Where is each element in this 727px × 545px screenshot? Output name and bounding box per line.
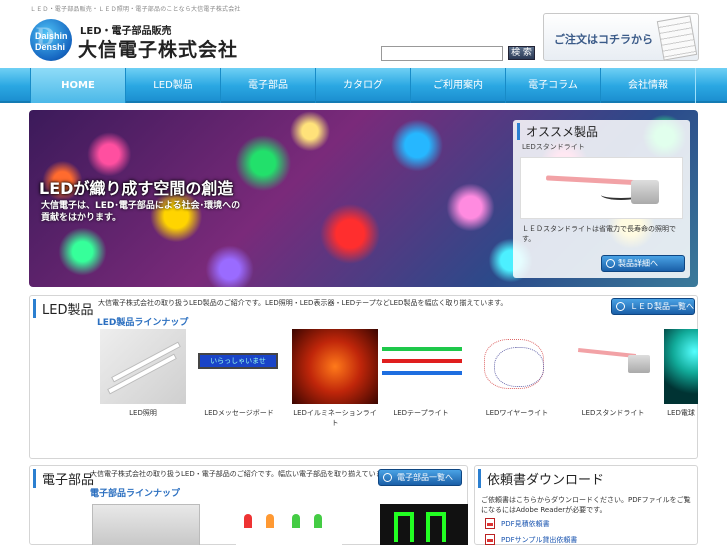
part-image-leds[interactable] (236, 504, 342, 545)
logo-company-name: 大信電子株式会社 (78, 39, 239, 61)
product-image-led-light[interactable] (100, 329, 186, 404)
logo-mark-icon: D Daishin Denshi (30, 19, 72, 61)
hero-title: LEDが織り成す空間の創造 (39, 179, 234, 198)
logo-mark-line2: Denshi (35, 42, 66, 52)
product-image-stand-light[interactable] (570, 329, 656, 404)
search-button[interactable]: 検 索 (508, 46, 535, 60)
product-label-message-board[interactable]: LEDメッセージボード (194, 408, 284, 418)
main-nav: HOME LED製品 電子部品 カタログ ご利用案内 電子コラム 会社情報 (0, 68, 727, 103)
parts-section-description: 大信電子株式会社の取り扱うLED・電子部品のご紹介です。幅広い電子部品を取り揃え… (90, 470, 396, 478)
product-label-led-bulb[interactable]: LED電球 (664, 408, 698, 418)
nav-item-led-products[interactable]: LED製品 (125, 68, 221, 103)
parts-section-title: 電子部品 (33, 469, 94, 488)
parts-list-button[interactable]: 電子部品一覧へ (378, 469, 462, 486)
product-detail-label: 製品詳細へ (618, 259, 658, 268)
product-image-message-board[interactable]: いらっしゃいませ (196, 329, 282, 404)
pdf-icon (485, 534, 495, 545)
nav-item-electronic-parts[interactable]: 電子部品 (220, 68, 316, 103)
download-section: 依頼書ダウンロード ご依頼書はこちらからダウンロードください。PDFファイルをご… (474, 465, 698, 545)
nav-item-company[interactable]: 会社情報 (600, 68, 696, 103)
hero-subtitle: 大信電子は、LED･電子部品による社会･環境への貢献をはかります。 (41, 201, 241, 223)
nav-item-guide[interactable]: ご利用案内 (410, 68, 506, 103)
header-tagline: ＬＥＤ・電子部品販売・ＬＥＤ照明・電子部品のことなら大信電子株式会社 (30, 6, 241, 13)
download-link-sample[interactable]: PDFサンプル貸出依頼書 (501, 535, 577, 545)
recommended-title: オススメ製品 (517, 123, 598, 140)
led-products-section: LED製品 大信電子株式会社の取り扱うLED製品のご紹介です。LED照明・LED… (29, 295, 698, 459)
arrow-circle-icon (606, 259, 615, 268)
product-label-illumination[interactable]: LEDイルミネーションライト (290, 408, 380, 428)
led-section-title: LED製品 (33, 299, 93, 318)
product-label-wire-light[interactable]: LEDワイヤーライト (472, 408, 562, 418)
recommended-product-image[interactable] (520, 157, 683, 219)
product-image-wire-light[interactable] (474, 329, 560, 404)
company-logo[interactable]: D Daishin Denshi LED・電子部品販売 大信電子株式会社 (30, 16, 250, 64)
led-lineup-title: LED製品ラインナップ (97, 318, 189, 328)
recommended-panel: オススメ製品 LEDスタンドライト ＬＥＤスタンドライトは省電力で長寿命の照明で… (513, 120, 690, 278)
product-label-stand-light[interactable]: LEDスタンドライト (568, 408, 658, 418)
download-link-estimate[interactable]: PDF見積依頼書 (501, 519, 550, 529)
product-image-tape-light[interactable] (378, 329, 464, 404)
part-image-seven-segment[interactable] (380, 504, 468, 545)
led-list-button[interactable]: ＬＥＤ製品一覧へ (611, 298, 695, 315)
download-section-title: 依頼書ダウンロード (478, 469, 604, 488)
nav-item-home[interactable]: HOME (30, 68, 126, 103)
led-section-description: 大信電子株式会社の取り扱うLED製品のご紹介です。LED照明・LED表示器・LE… (98, 299, 508, 307)
parts-list-label: 電子部品一覧へ (397, 473, 453, 482)
parts-lineup-title: 電子部品ラインナップ (90, 489, 181, 499)
recommended-description: ＬＥＤスタンドライトは省電力で長寿命の照明です。 (522, 225, 676, 243)
electronic-parts-section: 電子部品 大信電子株式会社の取り扱うLED・電子部品のご紹介です。幅広い電子部品… (29, 465, 468, 545)
arrow-circle-icon (383, 473, 392, 482)
document-icon (656, 15, 698, 61)
logo-mark-line1: Daishin (35, 31, 68, 41)
product-label-tape-light[interactable]: LEDテープライト (376, 408, 466, 418)
product-image-led-bulb[interactable] (664, 329, 698, 404)
arrow-circle-icon (616, 302, 625, 311)
product-label-led-light[interactable]: LED照明 (98, 408, 188, 418)
search-input[interactable] (381, 46, 503, 61)
product-detail-button[interactable]: 製品詳細へ (601, 255, 685, 272)
nav-item-catalog[interactable]: カタログ (315, 68, 411, 103)
led-list-label: ＬＥＤ製品一覧へ (630, 302, 694, 311)
product-image-illumination[interactable] (292, 329, 378, 404)
order-banner-label: ご注文はコチラから (554, 33, 653, 46)
part-image-lcd[interactable] (92, 504, 200, 545)
download-section-description: ご依頼書はこちらからダウンロードください。PDFファイルをご覧になるにはAdob… (481, 496, 691, 514)
recommended-subtitle: LEDスタンドライト (522, 143, 585, 151)
nav-item-column[interactable]: 電子コラム (505, 68, 601, 103)
pdf-icon (485, 518, 495, 529)
order-banner[interactable]: ご注文はコチラから (543, 13, 699, 61)
